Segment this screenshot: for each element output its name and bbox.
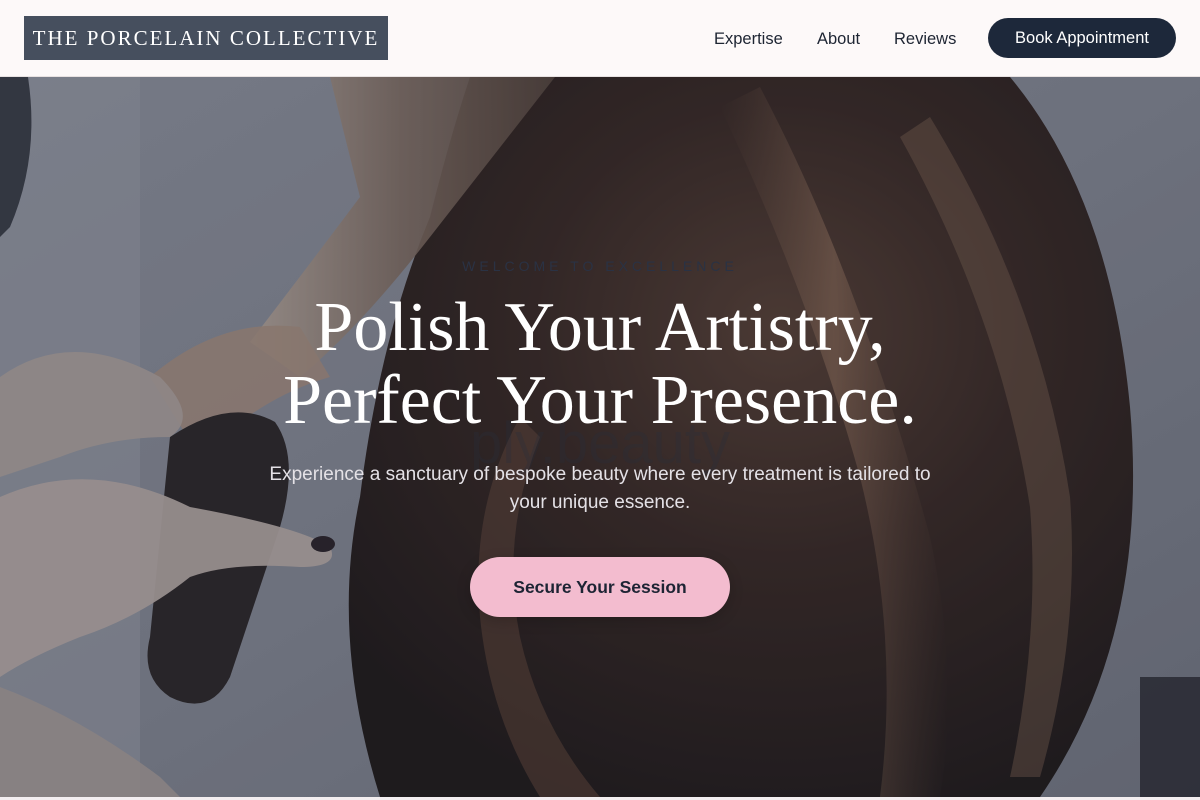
secure-session-button[interactable]: Secure Your Session bbox=[470, 557, 730, 617]
book-appointment-button[interactable]: Book Appointment bbox=[988, 18, 1176, 58]
brand-logo[interactable]: THE PORCELAIN COLLECTIVE bbox=[24, 16, 388, 60]
hero-headline-line-2: Perfect Your Presence. bbox=[283, 362, 917, 439]
hero-eyebrow: WELCOME TO EXCELLENCE bbox=[462, 258, 738, 274]
nav-link-reviews[interactable]: Reviews bbox=[894, 28, 956, 50]
nav-link-expertise[interactable]: Expertise bbox=[714, 28, 783, 50]
site-header: THE PORCELAIN COLLECTIVE Expertise About… bbox=[0, 0, 1200, 77]
hero-headline-line-1: Polish Your Artistry, bbox=[314, 289, 886, 366]
nav-link-about[interactable]: About bbox=[817, 28, 860, 50]
hero-headline: Polish Your Artistry, Perfect Your Prese… bbox=[150, 291, 1050, 437]
hero-subtext: Experience a sanctuary of bespoke beauty… bbox=[269, 464, 931, 513]
hero-section: ply.beauty WELCOME TO EXCELLENCE Polish … bbox=[0, 77, 1200, 797]
